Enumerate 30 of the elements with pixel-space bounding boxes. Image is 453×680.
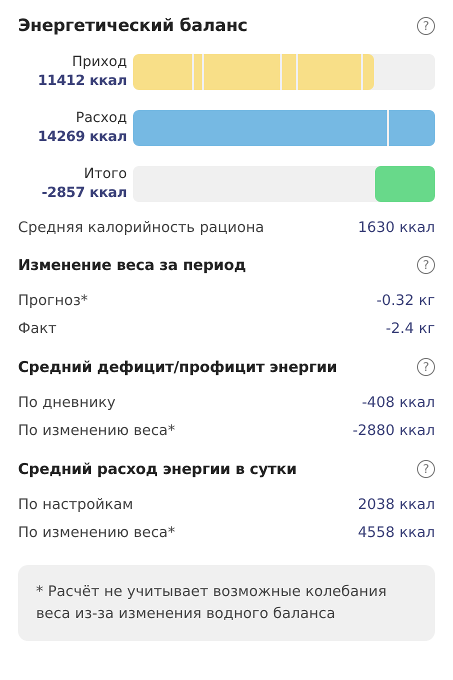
- bar-label: Приход: [72, 53, 127, 72]
- row-value: -408 ккал: [362, 394, 435, 413]
- bar-value: 11412 ккал: [38, 72, 127, 91]
- row-value: 4558 ккал: [358, 524, 435, 543]
- row-value: -2880 ккал: [352, 422, 435, 441]
- row-label: По настройкам: [18, 496, 134, 515]
- row-value: -0.32 кг: [376, 292, 435, 311]
- bar-value: 14269 ккал: [38, 128, 127, 147]
- row-label: Средняя калорийность рациона: [18, 219, 264, 238]
- section-title: Изменение веса за период: [18, 256, 246, 274]
- bar-segment: [363, 54, 374, 90]
- row-label: По изменению веса*: [18, 524, 176, 543]
- bar-label: Итого: [84, 165, 127, 184]
- help-icon[interactable]: ?: [417, 256, 435, 274]
- footnote: * Расчёт не учитывает возможные колебания веса из-за изменения водного баланса: [18, 565, 435, 641]
- row-label: По изменению веса*: [18, 422, 176, 441]
- row-label: По дневнику: [18, 394, 116, 413]
- help-icon[interactable]: ?: [417, 358, 435, 376]
- bar-label: Расход: [76, 109, 127, 128]
- section-title: Средний дефицит/профицит энергии: [18, 358, 338, 376]
- row-label: Прогноз*: [18, 292, 88, 311]
- row-label: Факт: [18, 320, 57, 339]
- row-value: 2038 ккал: [358, 496, 435, 515]
- bar-value: -2857 ккал: [42, 184, 127, 203]
- row-value: 1630 ккал: [358, 219, 435, 238]
- section-title: Энергетический баланс: [18, 16, 248, 36]
- row-value: -2.4 кг: [386, 320, 435, 339]
- help-icon[interactable]: ?: [417, 460, 435, 478]
- section-title: Средний расход энергии в сутки: [18, 460, 297, 478]
- help-icon[interactable]: ?: [417, 17, 435, 35]
